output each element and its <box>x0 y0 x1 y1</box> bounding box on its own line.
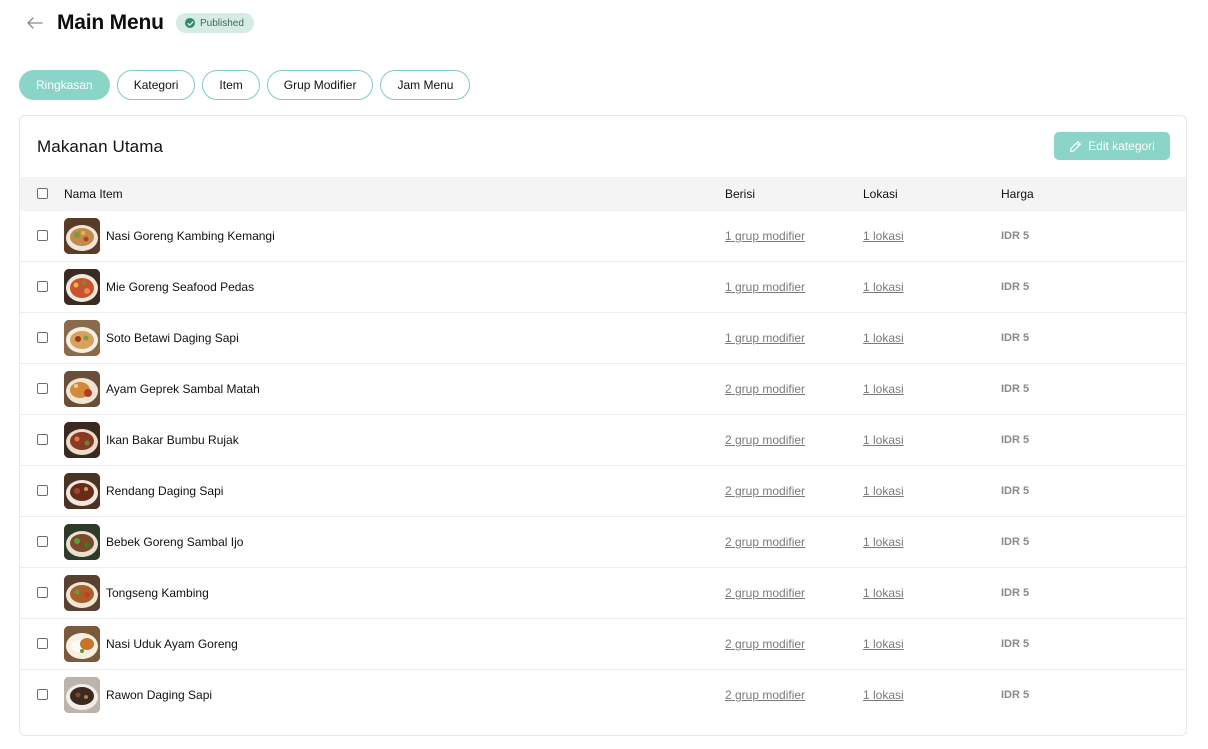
table-row[interactable]: Nasi Goreng Kambing Kemangi 1 grup modif… <box>20 211 1186 262</box>
table-row[interactable]: Ayam Geprek Sambal Matah 2 grup modifier… <box>20 364 1186 415</box>
item-price: IDR 5 <box>1001 230 1030 242</box>
modifier-group-link[interactable]: 1 grup modifier <box>725 313 805 364</box>
item-name: Nasi Goreng Kambing Kemangi <box>106 229 275 243</box>
row-checkbox[interactable] <box>37 485 48 496</box>
item-thumbnail <box>64 371 100 407</box>
edit-category-button[interactable]: Edit kategori <box>1054 132 1170 160</box>
table-row[interactable]: Soto Betawi Daging Sapi 1 grup modifier … <box>20 313 1186 364</box>
item-name: Rawon Daging Sapi <box>106 688 213 702</box>
table-row[interactable]: Bebek Goreng Sambal Ijo 2 grup modifier … <box>20 517 1186 568</box>
column-header-location: Lokasi <box>863 187 898 201</box>
select-all-checkbox[interactable] <box>37 188 48 199</box>
item-name: Ikan Bakar Bumbu Rujak <box>106 433 239 447</box>
tab-jam-menu[interactable]: Jam Menu <box>380 70 471 100</box>
row-checkbox[interactable] <box>37 383 48 394</box>
row-checkbox[interactable] <box>37 638 48 649</box>
table-row[interactable]: Rendang Daging Sapi 2 grup modifier 1 lo… <box>20 466 1186 517</box>
item-price: IDR 5 <box>1001 689 1030 701</box>
item-name: Rendang Daging Sapi <box>106 484 224 498</box>
location-link[interactable]: 1 lokasi <box>863 313 904 364</box>
row-checkbox[interactable] <box>37 536 48 547</box>
modifier-group-link[interactable]: 2 grup modifier <box>725 568 805 619</box>
item-thumbnail <box>64 575 100 611</box>
column-header-price: Harga <box>1001 187 1034 201</box>
row-checkbox[interactable] <box>37 281 48 292</box>
location-link[interactable]: 1 lokasi <box>863 517 904 568</box>
location-link[interactable]: 1 lokasi <box>863 415 904 466</box>
item-name: Ayam Geprek Sambal Matah <box>106 382 260 396</box>
tab-item[interactable]: Item <box>202 70 260 100</box>
tab-grup-modifier[interactable]: Grup Modifier <box>266 70 374 100</box>
status-badge: Published <box>176 13 254 33</box>
item-name: Nasi Uduk Ayam Goreng <box>106 637 238 651</box>
table-row[interactable]: Tongseng Kambing 2 grup modifier 1 lokas… <box>20 568 1186 619</box>
table-row[interactable]: Ikan Bakar Bumbu Rujak 2 grup modifier 1… <box>20 415 1186 466</box>
column-header-name: Nama Item <box>64 187 123 201</box>
item-price: IDR 5 <box>1001 434 1030 446</box>
item-price: IDR 5 <box>1001 485 1030 497</box>
category-title: Makanan Utama <box>37 137 164 156</box>
item-price: IDR 5 <box>1001 281 1030 293</box>
location-link[interactable]: 1 lokasi <box>863 466 904 517</box>
item-thumbnail <box>64 626 100 662</box>
location-link[interactable]: 1 lokasi <box>863 262 904 313</box>
item-price: IDR 5 <box>1001 587 1030 599</box>
modifier-group-link[interactable]: 2 grup modifier <box>725 466 805 517</box>
page-header: Main Menu Published <box>0 0 1208 50</box>
location-link[interactable]: 1 lokasi <box>863 211 904 262</box>
item-name: Soto Betawi Daging Sapi <box>106 331 239 345</box>
table-row[interactable]: Nasi Uduk Ayam Goreng 2 grup modifier 1 … <box>20 619 1186 670</box>
table-header: Nama Item Berisi Lokasi Harga <box>20 177 1186 211</box>
row-checkbox[interactable] <box>37 689 48 700</box>
section-tabs: Ringkasan Kategori Item Grup Modifier Ja… <box>19 70 471 100</box>
item-thumbnail <box>64 677 100 713</box>
location-link[interactable]: 1 lokasi <box>863 568 904 619</box>
edit-category-label: Edit kategori <box>1088 139 1155 153</box>
item-name: Tongseng Kambing <box>106 586 209 600</box>
row-checkbox[interactable] <box>37 587 48 598</box>
item-thumbnail <box>64 320 100 356</box>
column-header-contains: Berisi <box>725 187 756 201</box>
row-checkbox[interactable] <box>37 230 48 241</box>
location-link[interactable]: 1 lokasi <box>863 619 904 670</box>
tab-ringkasan[interactable]: Ringkasan <box>19 70 110 100</box>
back-button[interactable] <box>24 12 46 34</box>
row-checkbox[interactable] <box>37 332 48 343</box>
modifier-group-link[interactable]: 2 grup modifier <box>725 517 805 568</box>
item-thumbnail <box>64 473 100 509</box>
item-name: Bebek Goreng Sambal Ijo <box>106 535 244 549</box>
modifier-group-link[interactable]: 2 grup modifier <box>725 364 805 415</box>
modifier-group-link[interactable]: 1 grup modifier <box>725 211 805 262</box>
location-link[interactable]: 1 lokasi <box>863 364 904 415</box>
item-price: IDR 5 <box>1001 332 1030 344</box>
tab-kategori[interactable]: Kategori <box>116 70 196 100</box>
item-thumbnail <box>64 269 100 305</box>
item-thumbnail <box>64 422 100 458</box>
item-thumbnail <box>64 218 100 254</box>
category-card: Makanan Utama Edit kategori Nama Item Be… <box>19 115 1187 736</box>
table-body: Nasi Goreng Kambing Kemangi 1 grup modif… <box>20 211 1186 721</box>
status-badge-label: Published <box>200 17 244 29</box>
page-title: Main Menu <box>57 11 164 34</box>
item-price: IDR 5 <box>1001 638 1030 650</box>
modifier-group-link[interactable]: 2 grup modifier <box>725 670 805 721</box>
arrow-left-icon <box>27 17 43 29</box>
item-price: IDR 5 <box>1001 536 1030 548</box>
item-price: IDR 5 <box>1001 383 1030 395</box>
modifier-group-link[interactable]: 1 grup modifier <box>725 262 805 313</box>
table-row[interactable]: Rawon Daging Sapi 2 grup modifier 1 loka… <box>20 670 1186 721</box>
location-link[interactable]: 1 lokasi <box>863 670 904 721</box>
item-thumbnail <box>64 524 100 560</box>
menu-detail-page: Main Menu Published Ringkasan Kategori I… <box>0 0 1208 749</box>
pencil-icon <box>1070 140 1082 152</box>
row-checkbox[interactable] <box>37 434 48 445</box>
check-circle-icon <box>185 18 195 28</box>
table-row[interactable]: Mie Goreng Seafood Pedas 1 grup modifier… <box>20 262 1186 313</box>
item-name: Mie Goreng Seafood Pedas <box>106 280 255 294</box>
modifier-group-link[interactable]: 2 grup modifier <box>725 619 805 670</box>
modifier-group-link[interactable]: 2 grup modifier <box>725 415 805 466</box>
